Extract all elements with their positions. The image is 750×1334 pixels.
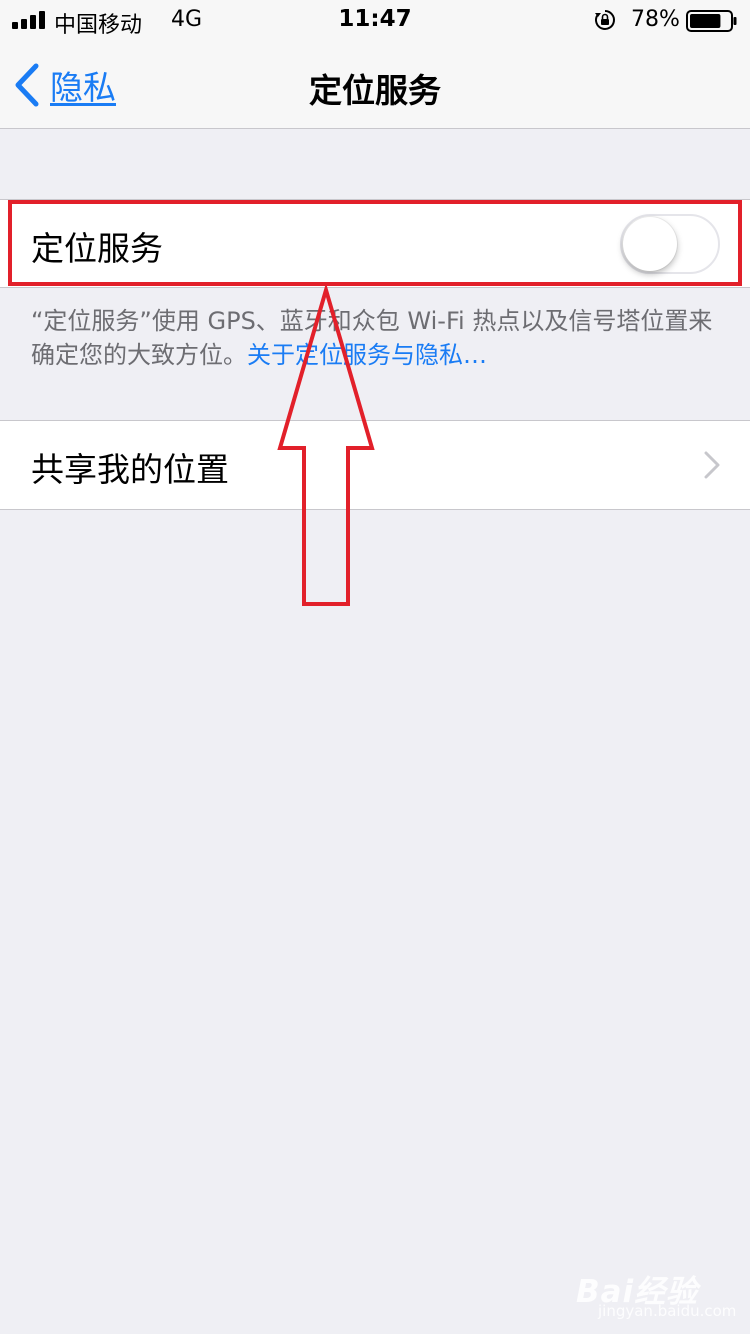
location-services-description: “定位服务”使用 GPS、蓝牙和众包 Wi-Fi 热点以及信号塔位置来确定您的大… xyxy=(31,304,721,372)
watermark-url: jingyan.baidu.com xyxy=(598,1302,737,1320)
orientation-lock-icon xyxy=(595,10,615,30)
battery-percent: 78% xyxy=(631,7,680,32)
navigation-bar: 隐私 定位服务 xyxy=(0,40,750,129)
share-my-location-label: 共享我的位置 xyxy=(31,450,229,489)
page-title: 定位服务 xyxy=(309,71,441,110)
highlight-box-annotation xyxy=(8,200,742,286)
chevron-right-icon xyxy=(704,451,720,479)
battery-icon xyxy=(686,10,737,32)
baidu-jingyan-watermark: Bai经验 jingyan.baidu.com xyxy=(576,1260,736,1330)
status-bar: 中国移动 4G 11:47 78% xyxy=(0,0,750,40)
up-arrow-annotation xyxy=(277,286,375,606)
